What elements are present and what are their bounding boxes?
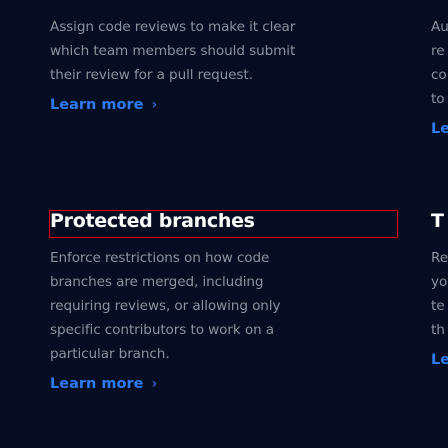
feature-description-line: co	[431, 67, 447, 83]
feature-right-column-top: Au re co to	[431, 15, 448, 111]
chevron-right-icon: ›	[151, 376, 158, 392]
learn-more-label: Learn more	[50, 97, 144, 113]
feature-title-protected-branches: Protected branches	[50, 210, 255, 232]
learn-more-link-right[interactable]: Le	[431, 121, 448, 137]
feature-description-line: specific contributors to work on a	[50, 322, 275, 338]
feature-description-line: te	[431, 298, 445, 314]
feature-assign-reviews: Assign code reviews to make it clear whi…	[50, 15, 410, 87]
feature-description-line: which team members should submit	[50, 43, 296, 59]
feature-description-line: requiring reviews, or allowing only	[50, 298, 281, 314]
learn-more-label: Learn more	[50, 376, 144, 392]
feature-description-line: yo	[431, 274, 448, 290]
feature-description-line: Assign code reviews to make it clear	[50, 19, 296, 35]
learn-more-link[interactable]: Learn more ›	[50, 97, 157, 113]
feature-description-line: branches are merged, including	[50, 274, 264, 290]
feature-description-line: re	[431, 43, 445, 59]
feature-protected-branches: Enforce restrictions on how code branche…	[50, 246, 410, 366]
feature-description-line: their review for a pull request.	[50, 67, 253, 83]
feature-description-line: Au	[431, 19, 448, 35]
feature-right-column-second: Re yo te th	[431, 246, 448, 342]
feature-description-line: Enforce restrictions on how code	[50, 250, 270, 266]
feature-description-line: to	[431, 91, 445, 107]
chevron-right-icon: ›	[151, 97, 158, 113]
feature-description-line: th	[431, 322, 445, 338]
feature-description-line: particular branch.	[50, 346, 170, 362]
learn-more-link-right[interactable]: Le	[431, 352, 448, 368]
learn-more-link[interactable]: Learn more ›	[50, 376, 157, 392]
feature-title-right: T	[431, 210, 444, 232]
feature-description-line: Re	[431, 250, 448, 266]
